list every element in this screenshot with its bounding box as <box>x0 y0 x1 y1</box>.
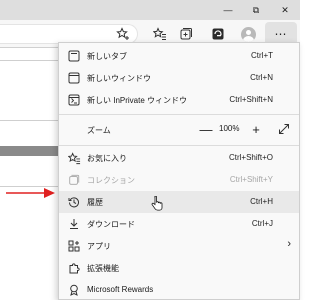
chevron-right-icon: › <box>287 238 291 250</box>
menu-item-rewards[interactable]: Microsoft Rewards <box>59 279 299 300</box>
menu-item-label: 拡張機能 <box>87 264 119 273</box>
menu-item-inprivate-window[interactable]: 新しい InPrivate ウィンドウ Ctrl+Shift+N <box>59 89 299 111</box>
menu-item-new-window[interactable]: 新しいウィンドウ Ctrl+N <box>59 67 299 89</box>
zoom-out-button[interactable]: — <box>197 120 215 138</box>
new-tab-icon <box>67 49 81 63</box>
fullscreen-icon <box>279 124 289 134</box>
menu-item-label: 新しい InPrivate ウィンドウ <box>87 96 188 105</box>
close-icon: ✕ <box>281 4 289 15</box>
minimize-button[interactable]: — <box>214 0 242 20</box>
page-band <box>0 146 58 156</box>
favorites-icon <box>67 151 81 165</box>
menu-separator <box>59 114 299 115</box>
star-add-icon <box>116 27 129 40</box>
plus-icon: + <box>252 121 260 137</box>
zoom-in-button[interactable]: + <box>247 120 265 138</box>
menu-item-label: ダウンロード <box>87 220 135 229</box>
menu-item-downloads[interactable]: ダウンロード Ctrl+J <box>59 213 299 235</box>
apps-icon <box>67 239 81 253</box>
minimize-icon: — <box>223 5 233 15</box>
extension-button[interactable] <box>208 24 228 44</box>
menu-item-shortcut: Ctrl+J <box>251 219 273 228</box>
close-window-button[interactable]: ✕ <box>270 0 300 20</box>
menu-item-shortcut: Ctrl+Shift+Y <box>229 175 273 184</box>
more-icon: ⋯ <box>274 27 288 41</box>
extensions-icon <box>67 261 81 275</box>
menu-item-label: 新しいウィンドウ <box>87 74 151 83</box>
menu-item-new-tab[interactable]: 新しいタブ Ctrl+T <box>59 45 299 67</box>
collections-icon <box>180 28 192 40</box>
favorites-icon <box>153 27 166 40</box>
zoom-value: 100% <box>219 124 240 133</box>
inprivate-icon <box>67 93 81 107</box>
menu-item-shortcut: Ctrl+H <box>250 197 273 206</box>
settings-menu: 新しいタブ Ctrl+T 新しいウィンドウ Ctrl+N 新しい InPriva… <box>58 42 300 300</box>
menu-item-label: 新しいタブ <box>87 52 127 61</box>
menu-item-label: Microsoft Rewards <box>87 285 154 294</box>
restore-icon: ⧉ <box>252 4 260 15</box>
menu-item-shortcut: Ctrl+T <box>251 51 273 60</box>
menu-item-label: コレクション <box>87 176 135 185</box>
menu-item-shortcut: Ctrl+Shift+O <box>228 153 273 162</box>
edge-extension-icon <box>212 28 224 40</box>
download-icon <box>67 217 81 231</box>
menu-item-history[interactable]: 履歴 Ctrl+H <box>59 191 299 213</box>
history-icon <box>67 195 81 209</box>
profile-avatar[interactable] <box>241 27 256 42</box>
menu-item-collections[interactable]: コレクション Ctrl+Shift+Y <box>59 169 299 191</box>
menu-item-apps[interactable]: アプリ › <box>59 235 299 257</box>
rewards-icon <box>67 283 81 297</box>
menu-item-shortcut: Ctrl+Shift+N <box>229 95 273 104</box>
menu-item-extensions[interactable]: 拡張機能 <box>59 257 299 279</box>
page-divider <box>0 60 58 61</box>
add-favorite-button[interactable] <box>113 24 133 44</box>
mouse-cursor-icon <box>151 196 163 211</box>
favorites-button[interactable] <box>150 24 170 44</box>
menu-separator <box>59 145 299 146</box>
fullscreen-button[interactable] <box>275 120 293 138</box>
menu-item-favorites[interactable]: お気に入り Ctrl+Shift+O <box>59 147 299 169</box>
zoom-label: ズーム <box>87 126 111 135</box>
menu-item-label: お気に入り <box>87 154 127 163</box>
new-window-icon <box>67 71 81 85</box>
red-arrow-icon <box>6 188 55 198</box>
menu-item-shortcut: Ctrl+N <box>250 73 273 82</box>
minus-icon: — <box>199 121 213 137</box>
title-bar: — ⧉ ✕ <box>0 0 300 20</box>
menu-item-label: 履歴 <box>87 198 103 207</box>
menu-item-label: アプリ <box>87 242 111 251</box>
maximize-button[interactable]: ⧉ <box>242 0 270 20</box>
page-divider <box>0 120 58 121</box>
collections-icon <box>67 173 81 187</box>
collections-button[interactable] <box>176 24 196 44</box>
